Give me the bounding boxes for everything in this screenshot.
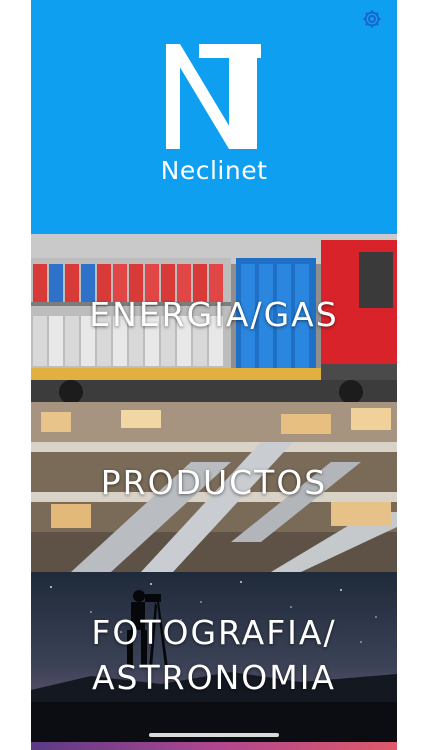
gear-icon[interactable] (361, 8, 383, 30)
bottom-strip (31, 742, 397, 750)
logo-mark (166, 44, 261, 149)
app-screen: Neclinet ENERGIA/GAS PRODUCTOS FOTOGRAFI… (31, 0, 397, 750)
tile-fotografia-astronomia[interactable]: FOTOGRAFIA/ ASTRONOMIA (31, 572, 397, 742)
tile-label-line1: FOTOGRAFIA/ (91, 613, 337, 652)
tile-energia-gas[interactable]: ENERGIA/GAS (31, 234, 397, 402)
tile-label: ENERGIA/GAS (89, 295, 339, 334)
header: Neclinet (31, 0, 397, 234)
tile-label: PRODUCTOS (100, 463, 328, 502)
app-name: Neclinet (160, 156, 268, 185)
home-indicator[interactable] (149, 733, 279, 737)
tile-label-line2: ASTRONOMIA (91, 658, 337, 697)
tile-productos[interactable]: PRODUCTOS (31, 402, 397, 572)
